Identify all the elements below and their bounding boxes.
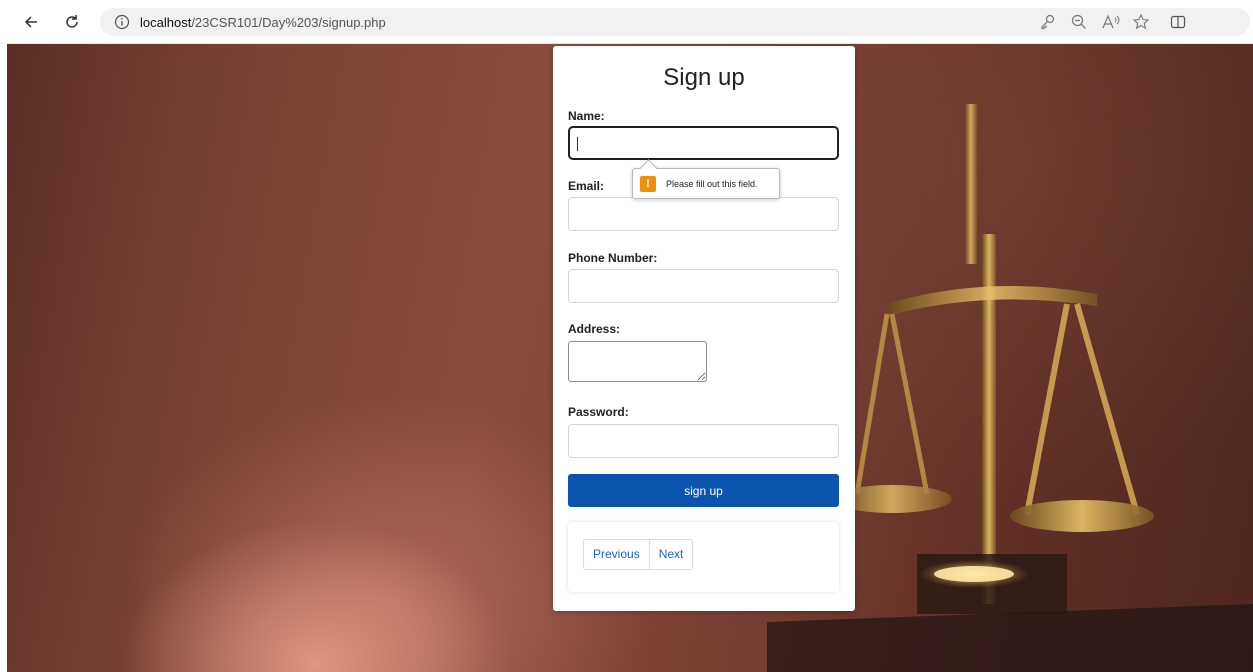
- url-host: localhost: [140, 14, 192, 30]
- email-input[interactable]: [568, 197, 839, 231]
- pagination-container: Previous Next: [568, 522, 839, 592]
- split-screen-icon[interactable]: [1166, 10, 1190, 34]
- name-input[interactable]: [568, 126, 839, 160]
- pagination: Previous Next: [583, 539, 694, 570]
- info-icon[interactable]: [114, 14, 130, 30]
- address-textarea[interactable]: [568, 341, 707, 382]
- page-background: Sign up Name: Email: Phone Number: Addre…: [7, 44, 1253, 672]
- page-title: Sign up: [663, 64, 745, 91]
- key-icon[interactable]: [1036, 10, 1060, 34]
- address-label: Address:: [568, 322, 621, 336]
- password-label: Password:: [568, 405, 629, 419]
- phone-input[interactable]: [568, 269, 839, 303]
- text-caret: [577, 137, 578, 151]
- url-path: /23CSR101/Day%203/signup.php: [191, 14, 386, 30]
- signup-card: Sign up Name: Email: Phone Number: Addre…: [553, 46, 855, 611]
- previous-link[interactable]: Previous: [584, 540, 649, 569]
- zoom-out-icon[interactable]: [1067, 10, 1091, 34]
- next-link[interactable]: Next: [648, 540, 693, 569]
- password-input[interactable]: [568, 424, 839, 458]
- validation-tooltip: ! Please fill out this field.: [632, 159, 780, 199]
- url-text: localhost/23CSR101/Day%203/signup.php: [140, 15, 386, 30]
- email-label: Email:: [568, 179, 605, 193]
- back-arrow-icon[interactable]: [17, 8, 45, 36]
- warning-icon: !: [640, 175, 656, 192]
- star-icon[interactable]: [1129, 10, 1153, 34]
- browser-toolbar: localhost/23CSR101/Day%203/signup.php: [0, 0, 1253, 44]
- name-label: Name:: [568, 109, 605, 123]
- refresh-icon[interactable]: [58, 8, 86, 36]
- signup-button[interactable]: sign up: [568, 474, 839, 507]
- validation-message: Please fill out this field.: [666, 178, 758, 189]
- read-aloud-icon[interactable]: [1099, 10, 1123, 34]
- phone-label: Phone Number:: [568, 251, 658, 265]
